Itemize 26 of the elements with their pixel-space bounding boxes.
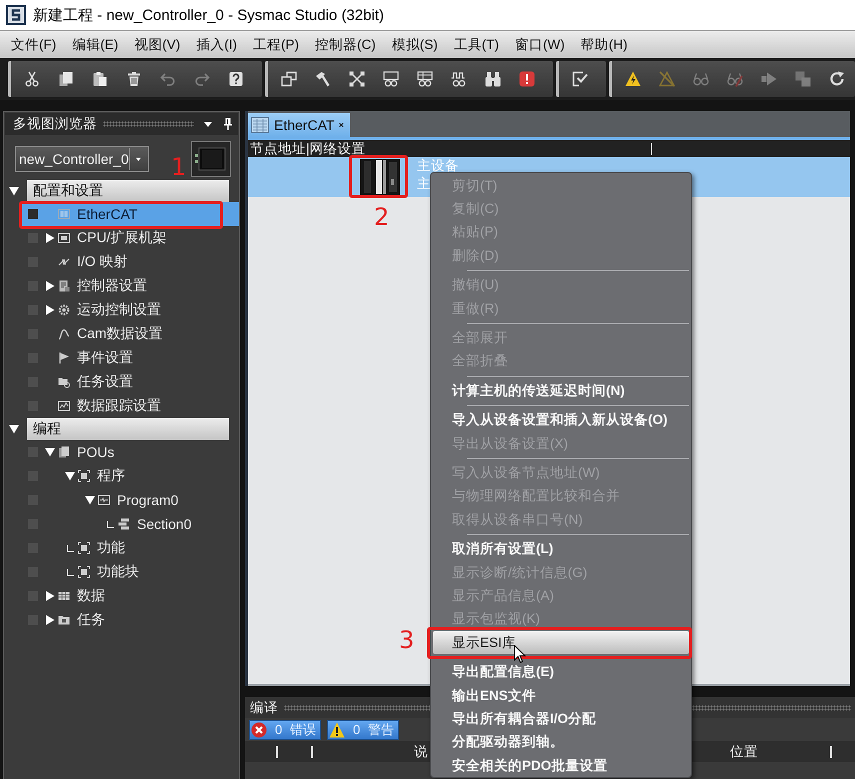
tree-item-label: POUs — [77, 444, 114, 460]
tree-item-label: CPU/扩展机架 — [77, 229, 166, 247]
tree-item-label: 数据跟踪设置 — [77, 397, 161, 415]
tree-item-label: Program0 — [117, 492, 178, 508]
annotation-number: 2 — [374, 205, 390, 229]
tree-item-label: 数据 — [77, 587, 105, 605]
tree-item-label: 任务设置 — [77, 373, 133, 391]
tree-item-label: I/O 映射 — [77, 253, 128, 271]
column-header: 节点地址|网络设置 — [248, 140, 850, 157]
tree-item-label: 运动控制设置 — [77, 301, 161, 319]
tree-item-label: 事件设置 — [77, 349, 133, 367]
device-sublabel: 主 — [417, 176, 432, 192]
tree-item-label: Section0 — [137, 516, 192, 532]
tree-item-label: 控制器设置 — [77, 277, 147, 295]
window-title: 新建工程 - new_Controller_0 - Sysmac Studio (32bit) — [33, 6, 384, 24]
tree-item-label: 任务 — [77, 611, 105, 629]
tree-item-label: 功能块 — [97, 563, 139, 581]
annotation-number: 3 — [399, 628, 414, 652]
device-label: 主设备 — [417, 158, 459, 174]
tree-item-label: EtherCAT — [77, 206, 138, 222]
tree-item-label: Cam数据设置 — [77, 325, 163, 343]
tree-item-label: 功能 — [97, 539, 125, 557]
panel-title: 编译 — [250, 698, 278, 716]
panel-title: 多视图浏览器 — [13, 115, 97, 133]
annotation-number: 1 — [171, 155, 186, 179]
tree-item-label: 程序 — [97, 467, 125, 485]
